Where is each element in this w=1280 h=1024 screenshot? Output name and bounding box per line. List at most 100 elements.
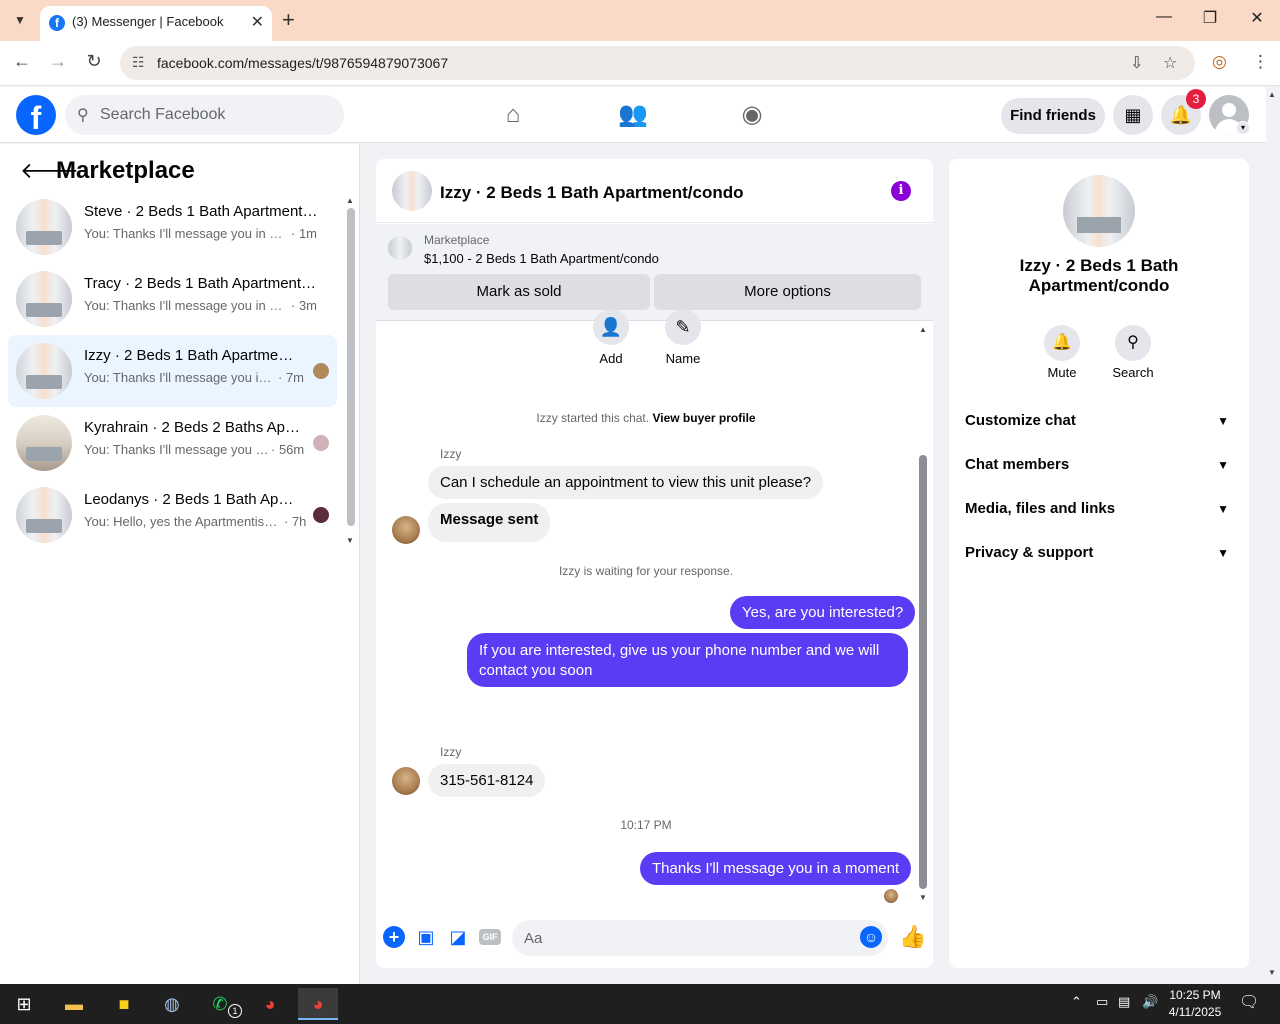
sender-avatar[interactable]: [392, 516, 420, 544]
add-person-icon[interactable]: 👤: [593, 309, 629, 345]
bell-icon[interactable]: 🔔: [1044, 325, 1080, 361]
sticker-icon[interactable]: ◪: [447, 926, 469, 948]
conversation-item[interactable]: Leodanys · 2 Beds 1 Bath Apartment/condo…: [8, 479, 337, 551]
conversation-name: Kyrahrain · 2 Beds 2 Baths Apartment/con…: [84, 419, 300, 436]
like-icon[interactable]: 👍: [899, 924, 926, 950]
gif-icon[interactable]: GIF: [479, 929, 501, 945]
facebook-search[interactable]: ⚲ Search Facebook: [65, 95, 344, 135]
file-explorer-icon[interactable]: ▬: [54, 988, 94, 1020]
chrome-icon[interactable]: ◕: [250, 988, 290, 1020]
minimize-button[interactable]: —: [1141, 8, 1187, 26]
chevron-down-icon: ▼: [1217, 414, 1229, 428]
facebook-logo[interactable]: f: [16, 95, 56, 135]
network-icon[interactable]: ▤: [1118, 994, 1130, 1010]
browser-menu-icon[interactable]: ⋮: [1252, 52, 1269, 72]
marketplace-label: Marketplace: [424, 233, 490, 247]
site-info-icon[interactable]: ☷: [132, 54, 145, 71]
forward-button[interactable]: →: [46, 51, 70, 72]
facebook-header: f ⚲ Search Facebook ⌂ 👥 ◉ Find friends ▦…: [0, 87, 1266, 143]
customize-chat-section[interactable]: Customize chat ▼: [965, 401, 1233, 441]
chat-avatar[interactable]: [392, 171, 432, 211]
app-icon[interactable]: ◍: [152, 988, 192, 1020]
chat-members-section[interactable]: Chat members ▼: [965, 445, 1233, 485]
browser-toolbar: ← → ↻ ☷ facebook.com/messages/t/98765948…: [0, 41, 1280, 86]
info-icon[interactable]: i: [891, 181, 911, 201]
find-friends-button[interactable]: Find friends: [1001, 98, 1105, 134]
grid-menu-icon[interactable]: ▦: [1113, 95, 1153, 135]
page-title: Marketplace: [56, 157, 195, 184]
groups-icon[interactable]: ◉: [737, 101, 767, 131]
incoming-message[interactable]: Can I schedule an appointment to view th…: [428, 466, 824, 499]
bookmark-star-icon[interactable]: ☆: [1163, 53, 1177, 73]
meet-now-icon[interactable]: ▭: [1096, 994, 1108, 1010]
notification-badge: 3: [1186, 89, 1206, 109]
conversation-list-scrollbar[interactable]: [347, 208, 355, 526]
volume-icon[interactable]: 🔊: [1142, 994, 1158, 1010]
home-icon[interactable]: ⌂: [498, 101, 528, 131]
notification-center-icon[interactable]: 🗨: [1239, 992, 1259, 1012]
pencil-icon[interactable]: ✎: [665, 309, 701, 345]
chat-panel: Izzy · 2 Beds 1 Bath Apartment/condo i M…: [376, 159, 933, 968]
search-label: Search: [1112, 365, 1154, 380]
mute-label: Mute: [1047, 365, 1077, 380]
more-options-button[interactable]: More options: [654, 274, 921, 310]
chat-scrollbar[interactable]: [919, 455, 927, 889]
incoming-message[interactable]: 315-561-8124: [428, 764, 546, 797]
outgoing-message[interactable]: Yes, are you interested?: [730, 596, 916, 629]
address-bar[interactable]: ☷ facebook.com/messages/t/98765948790730…: [120, 46, 1195, 80]
chat-title[interactable]: Izzy · 2 Beds 1 Bath Apartment/condo: [440, 183, 744, 203]
media-files-links-section[interactable]: Media, files and links ▼: [965, 489, 1233, 529]
message-timestamp: 10:17 PM: [620, 818, 672, 832]
mark-as-sold-button[interactable]: Mark as sold: [388, 274, 650, 310]
conversation-item[interactable]: Kyrahrain · 2 Beds 2 Baths Apartment/con…: [8, 407, 337, 479]
message-input[interactable]: [512, 920, 888, 956]
view-buyer-profile-link[interactable]: View buyer profile: [652, 411, 755, 425]
conversation-avatar[interactable]: [1063, 175, 1135, 247]
marketplace-listing-bar: Marketplace $1,100 - 2 Beds 1 Bath Apart…: [376, 224, 933, 321]
plus-icon[interactable]: +: [383, 926, 405, 948]
conversation-item[interactable]: Steve · 2 Beds 1 Bath Apartment/condo Yo…: [8, 191, 337, 263]
chat-started-notice: Izzy started this chat. View buyer profi…: [376, 411, 916, 425]
install-app-icon[interactable]: ⇩: [1130, 53, 1143, 73]
restore-button[interactable]: ❐: [1187, 8, 1233, 28]
tab-search-button[interactable]: ▼: [8, 9, 32, 31]
listing-title[interactable]: $1,100 - 2 Beds 1 Bath Apartment/condo: [424, 251, 659, 266]
conversation-time: · 1m: [291, 226, 317, 241]
search-icon[interactable]: ⚲: [1115, 325, 1151, 361]
page-scroll-down-arrow[interactable]: ▼: [1268, 968, 1276, 977]
outgoing-message[interactable]: If you are interested, give us your phon…: [467, 633, 908, 687]
chevron-down-icon[interactable]: ▾: [1236, 121, 1250, 135]
waiting-notice: Izzy is waiting for your response.: [558, 564, 734, 578]
system-clock[interactable]: 10:25 PM 4/11/2025: [1160, 987, 1230, 1021]
scroll-up-arrow[interactable]: ▲: [919, 325, 927, 334]
friends-icon[interactable]: 👥: [618, 101, 648, 131]
photo-icon[interactable]: ▣: [415, 926, 437, 948]
outgoing-message[interactable]: Thanks I'll message you in a moment: [640, 852, 912, 885]
privacy-support-section[interactable]: Privacy & support ▼: [965, 533, 1233, 573]
tab-close-icon[interactable]: ✕: [251, 12, 264, 32]
chat-started-text: Izzy started this chat.: [536, 411, 650, 425]
browser-tab[interactable]: f (3) Messenger | Facebook ✕: [40, 6, 272, 41]
chrome-active-icon[interactable]: ◕: [298, 988, 338, 1020]
page-scroll-up-arrow[interactable]: ▲: [1268, 90, 1276, 99]
clock-time: 10:25 PM: [1169, 988, 1221, 1002]
incoming-message[interactable]: Message sent: [428, 503, 551, 542]
sender-avatar[interactable]: [392, 767, 420, 795]
new-tab-button[interactable]: +: [282, 8, 295, 32]
back-button[interactable]: ←: [10, 51, 34, 72]
url-text: facebook.com/messages/t/9876594879073067: [157, 55, 449, 71]
emoji-icon[interactable]: ☺: [860, 926, 882, 948]
sticky-notes-icon[interactable]: ■: [104, 988, 144, 1020]
windows-start-icon[interactable]: ⊞: [4, 988, 44, 1020]
conversation-item-active[interactable]: Izzy · 2 Beds 1 Bath Apartment/condo You…: [8, 335, 337, 407]
reload-button[interactable]: ↻: [82, 51, 106, 72]
scroll-down-arrow[interactable]: ▼: [919, 893, 927, 902]
scroll-up-arrow[interactable]: ▲: [346, 196, 354, 205]
tray-chevron-icon[interactable]: ⌃: [1071, 994, 1082, 1010]
scroll-down-arrow[interactable]: ▼: [346, 536, 354, 545]
read-receipt-avatar: [884, 889, 898, 903]
whatsapp-badge: 1: [228, 1004, 242, 1018]
profile-icon[interactable]: ◎: [1212, 52, 1227, 72]
close-window-button[interactable]: ✕: [1234, 8, 1280, 28]
conversation-item[interactable]: Tracy · 2 Beds 1 Bath Apartment/condo Yo…: [8, 263, 337, 335]
